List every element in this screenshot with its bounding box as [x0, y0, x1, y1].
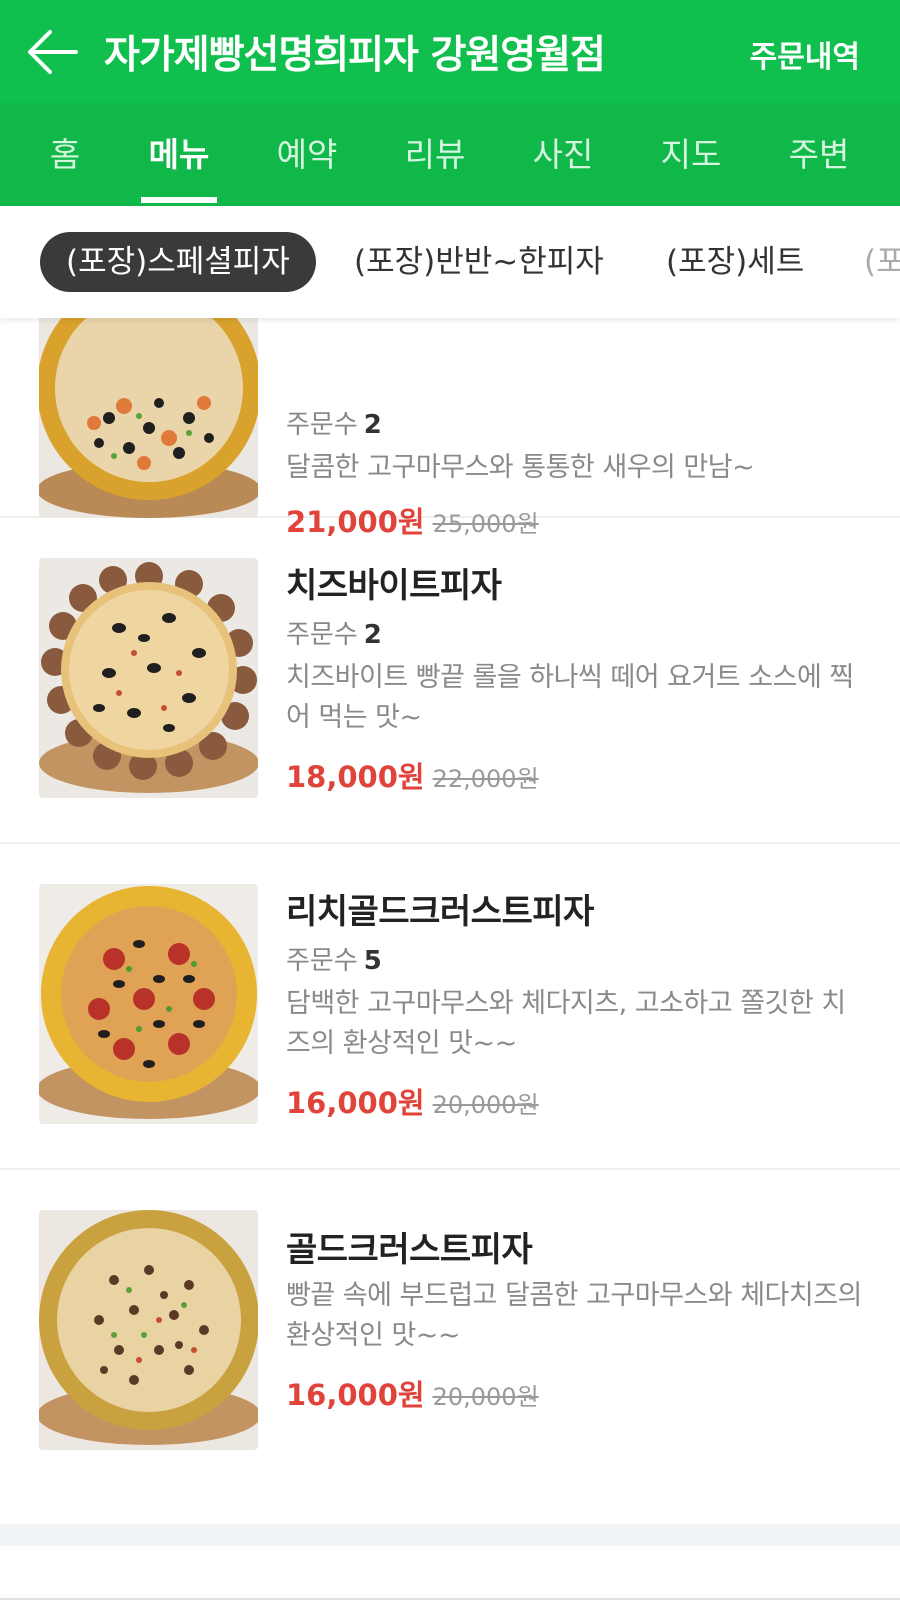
sale-price: 16,000원	[286, 1378, 425, 1412]
category-chip-special[interactable]: (포장)스페셜피자	[40, 232, 316, 292]
menu-item-description: 치즈바이트 빵끝 롤을 하나씩 떼어 요거트 소스에 찍어 먹는 맛~	[286, 662, 854, 733]
category-chip-half[interactable]: (포장)반반~한피자	[354, 232, 604, 292]
tab-reservation[interactable]: 예약	[262, 103, 352, 206]
tab-photos[interactable]: 사진	[518, 103, 608, 206]
menu-item-name: 치즈바이트피자	[286, 566, 502, 606]
original-price: 22,000원	[432, 765, 539, 793]
price-row: 16,000원 20,000원	[286, 1372, 539, 1414]
price-row: 18,000원 22,000원	[286, 754, 539, 796]
tab-map[interactable]: 지도	[646, 103, 736, 206]
tab-nearby[interactable]: 주변	[774, 103, 864, 206]
bottom-divider	[0, 1598, 900, 1600]
back-arrow-icon[interactable]	[26, 28, 78, 76]
menu-item[interactable]: 골드크러스트피자 빵끝 속에 부드럽고 달콤한 고구마무스와 체다치즈의 환상적…	[0, 1170, 900, 1524]
section-divider	[0, 1524, 900, 1546]
category-chip-set[interactable]: (포장)세트	[666, 232, 804, 292]
original-price: 20,000원	[432, 1383, 539, 1411]
pizza-photo	[39, 1210, 258, 1450]
app-header: 자가제빵선명희피자 강원영월점 주문내역	[0, 0, 900, 103]
sale-price: 18,000원	[286, 760, 425, 794]
price-row: 16,000원 20,000원	[286, 1080, 539, 1122]
menu-item-description: 빵끝 속에 부드럽고 달콤한 고구마무스와 체다치즈의 환상적인 맛~~	[286, 1280, 862, 1351]
menu-item-name: 골드크러스트피자	[286, 1230, 533, 1270]
menu-list: 주문수 2 달콤한 고구마무스와 통통한 새우의 만남~ 21,000원 25,00…	[0, 318, 900, 1524]
order-count: 주문수 2	[286, 410, 382, 440]
tab-home[interactable]: 홈	[24, 103, 106, 206]
menu-item[interactable]: 주문수 2 달콤한 고구마무스와 통통한 새우의 만남~ 21,000원 25,00…	[0, 318, 900, 539]
order-history-link[interactable]: 주문내역	[750, 32, 860, 76]
store-name: 자가제빵선명희피자 강원영월점	[104, 33, 606, 78]
pizza-photo	[39, 558, 258, 798]
order-count: 주문수 2	[286, 620, 382, 650]
menu-item-name: 리치골드크러스트피자	[286, 892, 594, 932]
pizza-photo	[39, 884, 258, 1124]
menu-item-description: 달콤한 고구마무스와 통통한 새우의 만남~	[286, 452, 755, 483]
pizza-photo	[39, 318, 258, 518]
original-price: 20,000원	[432, 1091, 539, 1119]
category-chip-more[interactable]: (포	[864, 232, 900, 292]
tab-menu[interactable]: 메뉴	[136, 103, 222, 206]
menu-item-description: 담백한 고구마무스와 체다지츠, 고소하고 쫄깃한 치즈의 환상적인 맛~~	[286, 988, 846, 1059]
menu-item[interactable]: 치즈바이트피자 주문수 2 치즈바이트 빵끝 롤을 하나씩 떼어 요거트 소스에 …	[0, 518, 900, 844]
order-count: 주문수 5	[286, 946, 382, 976]
tab-reviews[interactable]: 리뷰	[390, 103, 480, 206]
active-tab-indicator	[141, 197, 217, 203]
tab-bar: 홈 메뉴 예약 리뷰 사진 지도 주변	[0, 103, 900, 206]
sale-price: 16,000원	[286, 1086, 425, 1120]
category-bar: (포장)스페셜피자 (포장)반반~한피자 (포장)세트 (포	[0, 206, 900, 318]
menu-item[interactable]: 리치골드크러스트피자 주문수 5 담백한 고구마무스와 체다지츠, 고소하고 쫄깃…	[0, 844, 900, 1170]
